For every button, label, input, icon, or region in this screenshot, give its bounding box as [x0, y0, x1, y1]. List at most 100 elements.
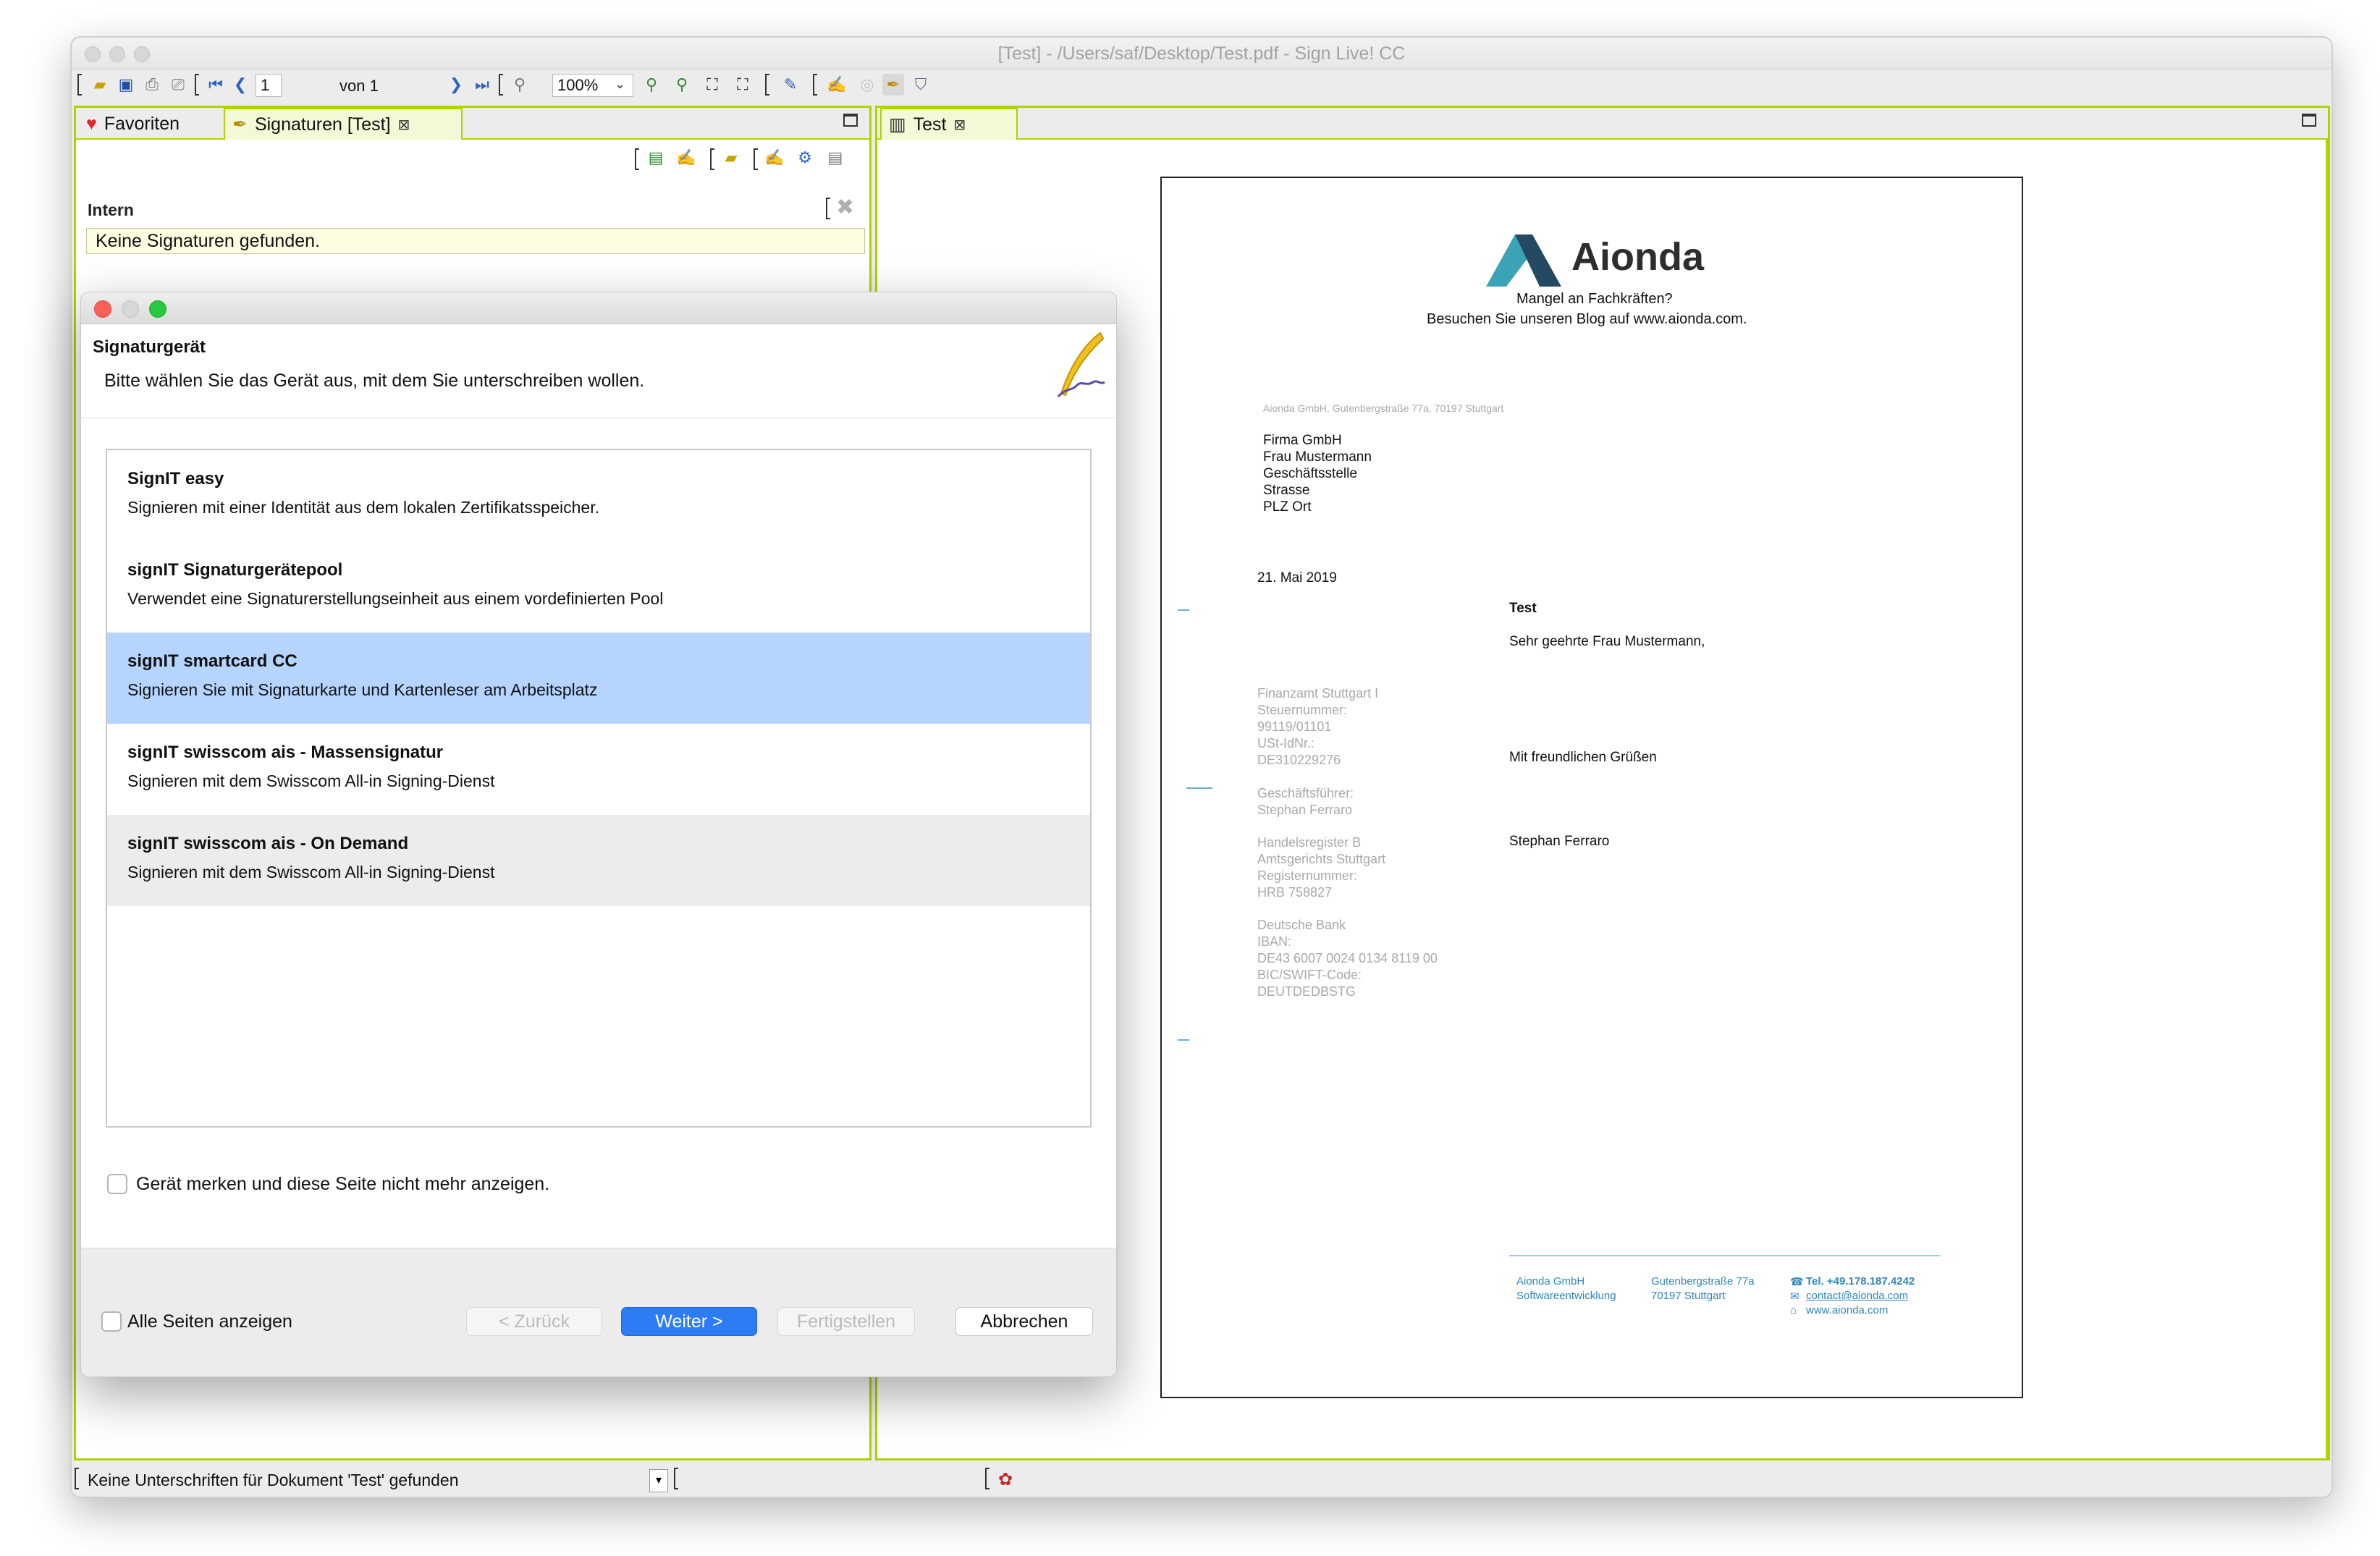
dialog-title-bar	[81, 292, 1116, 324]
sign-icon[interactable]: ✍	[675, 147, 697, 169]
recipient-line: Firma GmbH	[1263, 433, 1342, 448]
show-all-pages-checkbox[interactable]	[101, 1311, 122, 1332]
maximize-icon[interactable]	[2302, 114, 2316, 127]
toolbar-separator	[826, 198, 830, 219]
signature-status-icon: ✿	[998, 1470, 1013, 1489]
web-icon: ⌂	[1790, 1304, 1797, 1316]
verify-icon[interactable]: ◎	[856, 74, 878, 96]
zoom-in-icon[interactable]: ⚲	[641, 74, 662, 96]
status-bar: Keine Unterschriften für Dokument 'Test'…	[72, 1460, 2332, 1497]
tagline-2: Besuchen Sie unseren Blog auf www.aionda…	[1427, 311, 1747, 327]
footer-phone: Tel. +49.178.187.4242	[1806, 1275, 1915, 1287]
dialog-title: Signaturgerät	[93, 337, 206, 357]
tab-signaturen[interactable]: ✒ Signaturen [Test] ⊠	[224, 108, 463, 140]
device-item-signaturgeraetepool[interactable]: signIT Signaturgerätepool Verwendet eine…	[107, 541, 1090, 633]
dialog-close-button[interactable]	[94, 300, 111, 318]
open-icon[interactable]: ▰	[89, 74, 111, 96]
fit-width-icon[interactable]: ⛶	[732, 74, 754, 96]
sign-icon[interactable]: ✍	[826, 74, 848, 96]
toolbar-separator	[499, 74, 503, 96]
title-bar: [Test] - /Users/saf/Desktop/Test.pdf - S…	[72, 38, 2332, 69]
add-signature-icon[interactable]: ▤	[645, 147, 667, 169]
next-page-icon[interactable]: ❯	[445, 74, 467, 96]
sign-field-icon[interactable]: ✍	[764, 147, 785, 169]
fold-mark	[1178, 609, 1189, 611]
dialog-zoom-button[interactable]	[149, 300, 166, 318]
recipient-line: PLZ Ort	[1263, 499, 1312, 515]
letter-closing: Mit freundlichen Grüßen	[1509, 750, 1657, 765]
zoom-in-icon[interactable]: ⚲	[671, 74, 693, 96]
maximize-icon[interactable]	[843, 114, 858, 127]
finish-button[interactable]: Fertigstellen	[777, 1307, 915, 1336]
print-icon[interactable]: ⎙	[141, 74, 163, 96]
next-button[interactable]: Weiter >	[621, 1307, 757, 1336]
dialog-header: Signaturgerät Bitte wählen Sie das Gerät…	[81, 324, 1116, 418]
page-total-label: von 1	[339, 77, 379, 95]
device-item-smartcard[interactable]: signIT smartcard CC Signieren Sie mit Si…	[107, 633, 1090, 724]
shield-icon[interactable]: ⛉	[910, 74, 932, 96]
device-name: signIT swisscom ais - On Demand	[127, 834, 409, 853]
recipient-line: Strasse	[1263, 483, 1310, 498]
tab-test[interactable]: ▥ Test ⊠	[880, 108, 1018, 140]
pdf-page: Aionda Mangel an Fachkräften? Besuchen S…	[1160, 177, 2023, 1398]
footer-web[interactable]: www.aionda.com	[1806, 1304, 1888, 1316]
remember-device-checkbox[interactable]	[107, 1174, 127, 1194]
recipient-line: Frau Mustermann	[1263, 449, 1372, 465]
pen-icon[interactable]: ✒	[882, 74, 904, 96]
cancel-button[interactable]: Abbrechen	[955, 1307, 1093, 1336]
sidebar-line: BIC/SWIFT-Code:	[1257, 968, 1362, 982]
show-all-pages-label: Alle Seiten anzeigen	[127, 1311, 292, 1332]
close-icon[interactable]: ⊠	[953, 116, 966, 134]
sidebar-line: DE43 6007 0024 0134 8119 00	[1257, 951, 1438, 965]
device-name: signIT swisscom ais - Massensignatur	[127, 743, 444, 762]
device-description: Verwendet eine Signaturerstellungseinhei…	[127, 589, 664, 608]
toolbar-separator	[77, 74, 82, 96]
footer-rule	[1509, 1255, 1941, 1256]
letter-subject: Test	[1509, 601, 1537, 616]
footer-email[interactable]: contact@aionda.com	[1806, 1290, 1908, 1302]
toolbar-separator	[754, 148, 758, 170]
toolbar-separator	[985, 1468, 989, 1489]
first-page-icon[interactable]: ⏮	[205, 74, 227, 96]
device-item-swisscom-massensignatur[interactable]: signIT swisscom ais - Massensignatur Sig…	[107, 724, 1090, 815]
last-page-icon[interactable]: ⏭	[471, 74, 493, 96]
toolbar: ▰ ▣ ⎙ ⎚ ⏮ ❮ 1 von 1 ❯ ⏭ ⚲ 100% ⌄ ⚲ ⚲ ⛶ ⛶…	[72, 69, 2332, 101]
device-list: SignIT easy Signieren mit einer Identitä…	[106, 449, 1092, 1128]
page-number-input[interactable]: 1	[256, 74, 282, 97]
document-icon: ▥	[889, 114, 906, 135]
report-icon[interactable]: ▤	[824, 147, 846, 169]
footer-col2-line: 70197 Stuttgart	[1651, 1290, 1726, 1302]
remove-icon[interactable]: ✖	[836, 195, 854, 220]
settings-icon[interactable]: ⚙	[794, 147, 816, 169]
prev-page-icon[interactable]: ❮	[229, 74, 251, 96]
attach-icon[interactable]: ✎	[780, 74, 801, 96]
close-icon[interactable]: ⊠	[398, 116, 410, 134]
device-name: SignIT easy	[127, 469, 224, 489]
tab-favoriten[interactable]: ♥ Favoriten	[79, 108, 224, 140]
dialog-minimize-button[interactable]	[122, 300, 139, 318]
sender-line: Aionda GmbH, Gutenbergstraße 77a, 70197 …	[1263, 402, 1504, 414]
empty-signatures-message: Keine Signaturen gefunden.	[86, 228, 865, 254]
scan-icon[interactable]: ⎚	[167, 74, 189, 96]
device-description: Signieren mit dem Swisscom All-in Signin…	[127, 863, 495, 881]
sidebar-line: 99119/01101	[1257, 719, 1332, 734]
status-dropdown-button[interactable]: ▾	[649, 1469, 668, 1492]
group-label: Intern	[88, 200, 134, 219]
brand-name: Aionda	[1571, 235, 1704, 279]
toolbar-separator	[710, 148, 714, 170]
toolbar-separator	[813, 74, 817, 96]
open-icon[interactable]: ▰	[720, 147, 742, 169]
save-icon[interactable]: ▣	[115, 74, 137, 96]
back-button[interactable]: < Zurück	[466, 1307, 602, 1336]
device-description: Signieren mit dem Swisscom All-in Signin…	[127, 771, 495, 790]
fit-page-icon[interactable]: ⛶	[701, 74, 723, 96]
tab-label: Test	[913, 114, 947, 135]
device-description: Signieren mit einer Identität aus dem lo…	[127, 498, 599, 517]
sidebar-line: DE310229276	[1257, 753, 1341, 767]
device-item-swisscom-on-demand[interactable]: signIT swisscom ais - On Demand Signiere…	[107, 815, 1090, 906]
zoom-out-icon[interactable]: ⚲	[509, 74, 531, 96]
toolbar-separator	[75, 1468, 79, 1489]
device-item-signit-easy[interactable]: SignIT easy Signieren mit einer Identitä…	[107, 450, 1090, 541]
feather-icon	[1057, 331, 1105, 398]
sidebar-line: Stephan Ferraro	[1257, 803, 1353, 817]
